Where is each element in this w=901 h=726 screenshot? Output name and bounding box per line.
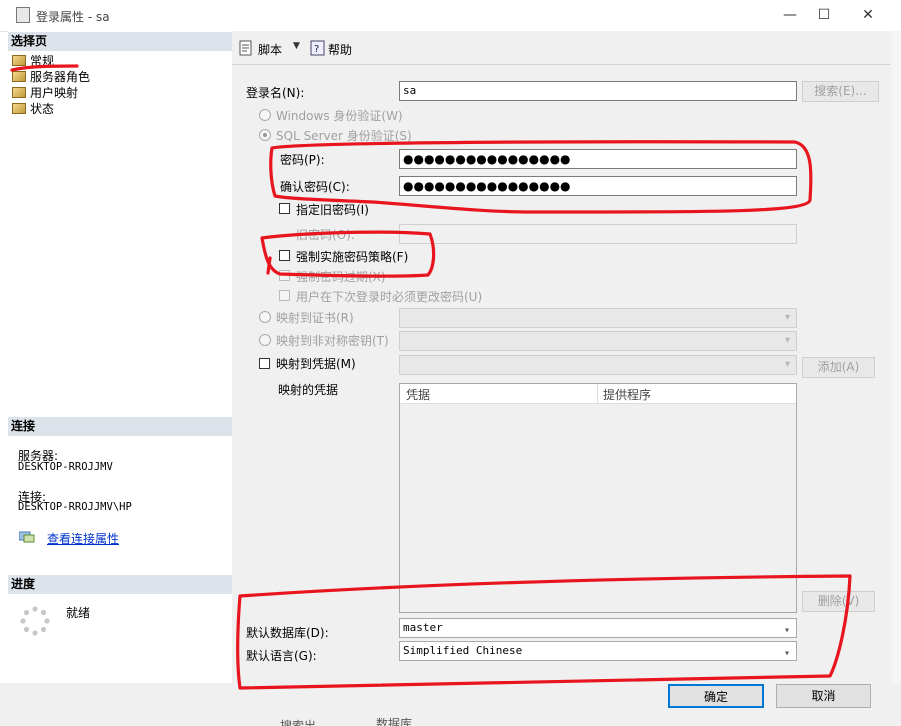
login-name-input[interactable]: sa <box>399 81 797 101</box>
enforce-policy-label: 强制实施密码策略(F) <box>296 250 409 264</box>
chevron-down-icon: ▾ <box>784 335 790 346</box>
sidebar-item-label: 服务器角色 <box>30 70 91 84</box>
login-name-label: 登录名(N): <box>246 86 305 100</box>
certificate-select[interactable]: ▾ <box>399 308 797 328</box>
must-change-checkbox[interactable] <box>279 290 290 301</box>
sql-auth-radio[interactable] <box>259 129 271 141</box>
old-password-input[interactable] <box>399 224 797 244</box>
map-certificate-radio[interactable] <box>259 311 271 323</box>
specify-old-password-checkbox[interactable] <box>279 203 290 214</box>
progress-spinner-icon <box>20 606 50 636</box>
grid-header: 凭据 提供程序 <box>400 384 796 404</box>
app-icon <box>16 7 30 23</box>
connection-header: 连接 <box>8 417 232 436</box>
dialog-footer <box>0 683 901 726</box>
server-value: DESKTOP-RROJJMV <box>18 461 113 473</box>
help-label: 帮助 <box>328 43 353 57</box>
page-icon <box>12 103 26 114</box>
remove-button[interactable]: 删除(V) <box>802 591 875 612</box>
windows-auth-label: Windows 身份验证(W) <box>276 109 403 123</box>
background-fragment: 搜索出 <box>280 719 317 726</box>
confirm-password-label: 确认密码(C): <box>280 180 350 194</box>
view-connection-properties-link[interactable]: 查看连接属性 <box>47 530 119 547</box>
background-edge <box>892 31 901 683</box>
chevron-down-icon: ▾ <box>783 648 790 659</box>
confirm-password-input[interactable]: ●●●●●●●●●●●●●●●● <box>399 176 797 196</box>
page-icon <box>12 71 26 82</box>
sidebar-item-server-roles[interactable]: 服务器角色 <box>12 69 90 85</box>
connection-properties-icon <box>18 531 35 543</box>
windows-auth-radio[interactable] <box>259 109 271 121</box>
default-lang-value: Simplified Chinese <box>403 644 523 657</box>
old-password-label: 旧密码(O): <box>296 228 355 242</box>
script-label: 脚本 <box>258 43 283 57</box>
svg-text:?: ? <box>314 44 319 55</box>
cancel-button[interactable]: 取消 <box>776 684 871 708</box>
window-title: 登录属性 - sa <box>36 10 110 24</box>
credentials-grid[interactable]: 凭据 提供程序 <box>399 383 797 613</box>
password-label: 密码(P): <box>280 153 325 167</box>
default-db-label: 默认数据库(D): <box>246 626 329 640</box>
enforce-policy-checkbox[interactable] <box>279 250 290 261</box>
script-icon <box>239 40 252 56</box>
sidebar-item-user-mapping[interactable]: 用户映射 <box>12 85 78 101</box>
sidebar-item-label: 用户映射 <box>30 86 79 100</box>
close-button[interactable]: ✕ <box>846 0 890 30</box>
sidebar-item-general[interactable]: 常规 <box>12 53 54 69</box>
password-input[interactable]: ●●●●●●●●●●●●●●●● <box>399 149 797 169</box>
column-divider <box>597 384 598 403</box>
enforce-expiration-checkbox[interactable] <box>279 270 290 281</box>
specify-old-password-label: 指定旧密码(I) <box>296 203 369 217</box>
help-icon: ? <box>310 40 325 56</box>
grid-column-provider[interactable]: 提供程序 <box>603 386 651 403</box>
chevron-down-icon: ▾ <box>783 625 790 636</box>
add-button[interactable]: 添加(A) <box>802 357 875 378</box>
sql-auth-label: SQL Server 身份验证(S) <box>276 129 412 143</box>
maximize-button[interactable]: ☐ <box>802 0 846 30</box>
default-lang-select[interactable]: Simplified Chinese ▾ <box>399 641 797 661</box>
select-page-header: 选择页 <box>8 32 232 51</box>
progress-header: 进度 <box>8 575 232 594</box>
ok-button[interactable]: 确定 <box>668 684 764 708</box>
sidebar-item-label: 常规 <box>30 54 55 68</box>
sidebar-item-label: 状态 <box>30 102 55 116</box>
grid-column-credential[interactable]: 凭据 <box>406 386 430 403</box>
page-icon <box>12 87 26 98</box>
default-db-value: master <box>403 621 443 634</box>
credential-select[interactable]: ▾ <box>399 355 797 375</box>
title-bar: 登录属性 - sa — ☐ ✕ <box>0 0 901 32</box>
map-asym-key-radio[interactable] <box>259 334 271 346</box>
enforce-expiration-label: 强制密码过期(X) <box>296 270 386 284</box>
connection-value: DESKTOP-RROJJMV\HP <box>18 501 132 513</box>
radio-selected-dot <box>263 133 267 137</box>
dropdown-arrow-icon[interactable]: ▼ <box>293 41 300 51</box>
must-change-label: 用户在下次登录时必须更改密码(U) <box>296 290 483 304</box>
background-fragment: 数据库 <box>376 717 413 726</box>
mapped-credentials-label: 映射的凭据 <box>278 383 339 397</box>
progress-status: 就绪 <box>66 606 91 620</box>
page-icon <box>12 55 26 66</box>
default-lang-label: 默认语言(G): <box>246 649 317 663</box>
search-button[interactable]: 搜索(E)... <box>802 81 879 102</box>
sidebar-item-status[interactable]: 状态 <box>12 101 54 117</box>
chevron-down-icon: ▾ <box>784 312 790 323</box>
chevron-down-icon: ▾ <box>784 359 790 370</box>
default-db-select[interactable]: master ▾ <box>399 618 797 638</box>
asym-key-select[interactable]: ▾ <box>399 331 797 351</box>
map-certificate-label: 映射到证书(R) <box>276 311 354 325</box>
map-credential-checkbox[interactable] <box>259 358 270 369</box>
map-credential-label: 映射到凭据(M) <box>276 357 356 371</box>
map-asym-key-label: 映射到非对称密钥(T) <box>276 334 389 348</box>
